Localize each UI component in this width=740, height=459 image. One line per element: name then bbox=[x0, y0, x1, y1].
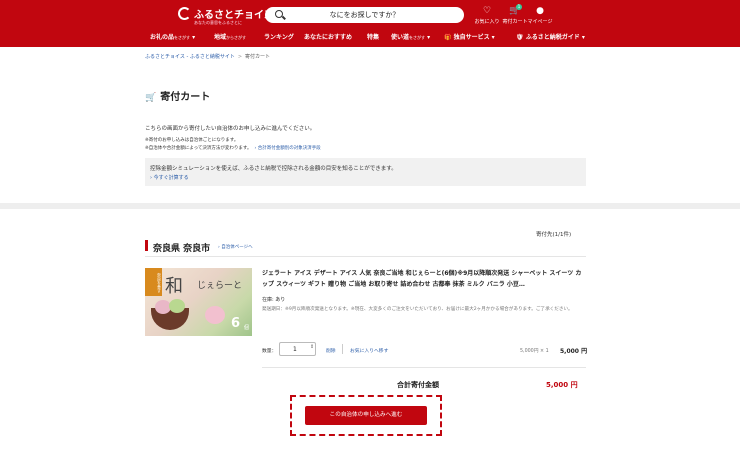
site-header: ふるさとチョイス あなたの意思をふるさとに なにをお探しですか？ ♡ お気に入り… bbox=[0, 0, 740, 47]
shipping-info: 発送期日：※9月以降順次発送となります。※現在、大変多くのご注文をいただいており… bbox=[262, 307, 573, 312]
breadcrumb-current: 寄付カート bbox=[245, 54, 271, 60]
simulation-box: 控除金額シミュレーションを使えば、ふるさと納税で控除される金額の目安を知ることが… bbox=[145, 158, 586, 186]
page-title: 🛒 寄付カート bbox=[145, 88, 210, 103]
nav-services[interactable]: 🎁 独自サービス ▾ bbox=[444, 32, 495, 41]
favorites-label: お気に入り bbox=[474, 19, 500, 25]
municipality-header: 奈良県 奈良市 › 自治体ページへ bbox=[145, 237, 586, 257]
nav-feature[interactable]: 特集 bbox=[367, 32, 379, 41]
nav-gift-label: お礼の品 bbox=[150, 34, 175, 41]
scoop-shape bbox=[169, 299, 185, 313]
nav-usage-sub: をさがす bbox=[409, 35, 426, 40]
heart-icon: ♡ bbox=[482, 6, 492, 16]
nav-services-label: 独自サービス bbox=[453, 34, 490, 41]
delete-link[interactable]: 削除 bbox=[326, 347, 336, 354]
unit-price: 5,000円 × 1 bbox=[520, 349, 549, 354]
mypage-label: マイページ bbox=[527, 19, 553, 25]
nav-guide[interactable]: 🛡 ふるさと納税ガイド ▾ bbox=[516, 32, 585, 41]
quantity-value: 1 bbox=[293, 346, 297, 353]
product-image[interactable]: 奈良を食す 和 じぇらーと 6 個 bbox=[145, 268, 252, 336]
subtotal: 5,000 円 bbox=[560, 348, 588, 355]
search-placeholder: なにをお探しですか？ bbox=[329, 11, 400, 19]
breadcrumb-home-link[interactable]: ふるさとチョイス - ふるさと納税サイト bbox=[145, 54, 235, 60]
note-municipality: ※寄付のお申し込みは自治体ごとになります。 bbox=[145, 138, 239, 143]
nav-usage[interactable]: 使い道をさがす ▾ bbox=[391, 32, 430, 41]
simulation-text: 控除金額シミュレーションを使えば、ふるさと納税で控除される金額の目安を知ることが… bbox=[150, 166, 397, 172]
stock-status: 在庫: あり bbox=[262, 297, 286, 303]
quantity-label: 数量： bbox=[262, 349, 277, 354]
payment-methods-link[interactable]: › 合計寄付金額別の対象決済手段 bbox=[254, 146, 320, 151]
intro-text: こちらの画面から寄付したい自治体のお申し込みに進んでください。 bbox=[145, 126, 316, 132]
divider bbox=[262, 367, 586, 368]
municipality-accent-bar bbox=[145, 240, 148, 251]
note-payment: ※自治体や合計金額によって決済方法が変わります。 › 合計寄付金額別の対象決済手段 bbox=[145, 145, 321, 151]
page-title-text: 寄付カート bbox=[160, 92, 211, 103]
image-count: 6 bbox=[231, 316, 241, 331]
image-kanji: 和 bbox=[165, 276, 183, 297]
nav-guide-label: ふるさと納税ガイド bbox=[525, 34, 580, 41]
image-badge: 奈良を食す bbox=[145, 268, 162, 296]
image-count-unit: 個 bbox=[244, 325, 250, 331]
total-label: 合計寄付金額 bbox=[397, 381, 439, 389]
move-to-favorites-link[interactable]: お気に入りへ移す bbox=[350, 347, 388, 354]
breadcrumb: ふるさとチョイス - ふるさと納税サイト > 寄付カート bbox=[145, 53, 270, 60]
favorites-button[interactable]: ♡ お気に入り bbox=[472, 6, 502, 25]
nav-gift[interactable]: お礼の品をさがす ▾ bbox=[150, 32, 195, 41]
search-input[interactable]: なにをお探しですか？ bbox=[265, 7, 464, 23]
simulation-link[interactable]: › 今すぐ計算する bbox=[150, 174, 189, 181]
quantity-select[interactable]: 1 ⇕ bbox=[279, 342, 316, 356]
nav-region-sub: からさがす bbox=[226, 35, 247, 40]
logo-mark-icon bbox=[178, 7, 191, 20]
nav-ranking[interactable]: ランキング bbox=[264, 32, 294, 41]
mypage-button[interactable]: ● マイページ bbox=[525, 6, 555, 25]
nav-region[interactable]: 地域からさがす bbox=[214, 32, 246, 41]
user-icon: ● bbox=[536, 6, 544, 16]
cart-count-badge: 1 bbox=[516, 4, 522, 10]
image-kana: じぇらーと bbox=[197, 281, 243, 291]
scoop-shape bbox=[205, 306, 225, 324]
nav-recommend[interactable]: あなたにおすすめ bbox=[304, 32, 352, 41]
breadcrumb-separator: > bbox=[237, 54, 243, 60]
municipality-page-link[interactable]: › 自治体ページへ bbox=[218, 244, 253, 250]
chevron-down-icon: ⇕ bbox=[310, 344, 315, 350]
product-name[interactable]: ジェラート アイス デザート アイス 人気 奈良ご当地 和じぇらーと(6個)※9… bbox=[262, 268, 586, 290]
municipality-name: 奈良県 奈良市 bbox=[153, 244, 211, 254]
divider bbox=[342, 344, 343, 354]
logo-name: ふるさとチョイス bbox=[194, 10, 274, 21]
nav-gift-sub: をさがす bbox=[174, 35, 191, 40]
note-payment-text: ※自治体や合計金額によって決済方法が変わります。 bbox=[145, 146, 252, 151]
logo-tagline: あなたの意思をふるさとに bbox=[194, 20, 242, 25]
cart-icon: 🛒 bbox=[145, 93, 157, 103]
total-value: 5,000 円 bbox=[546, 381, 578, 389]
nav-region-label: 地域 bbox=[214, 34, 227, 41]
apply-button[interactable]: この自治体の申し込みへ進む bbox=[305, 406, 427, 425]
nav-usage-label: 使い道 bbox=[391, 34, 410, 41]
